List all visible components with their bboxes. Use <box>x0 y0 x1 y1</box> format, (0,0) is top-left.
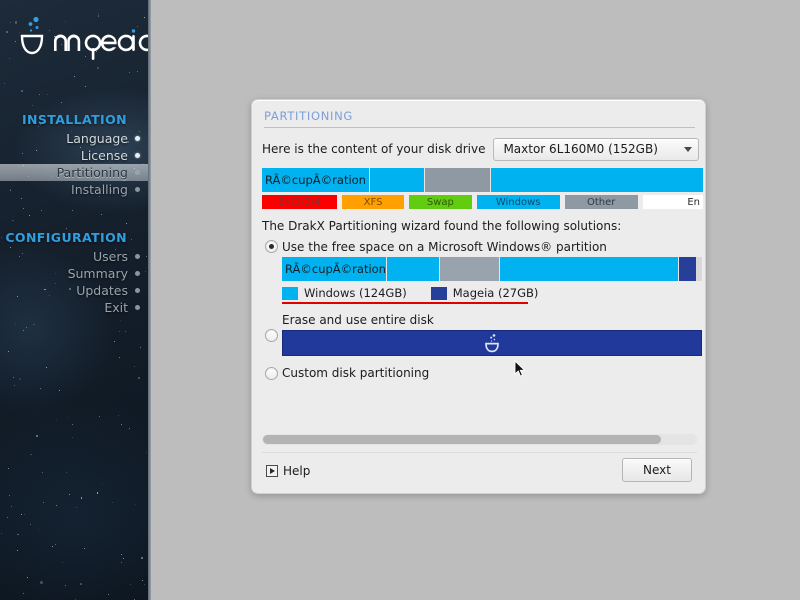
legend-chip-label: Other <box>586 196 616 208</box>
proposal-legend-swatch <box>430 286 447 300</box>
radio-use-free-space[interactable] <box>265 240 278 253</box>
option-use-free-space[interactable]: Use the free space on a Microsoft Window… <box>260 240 702 304</box>
legend-chip-label: En <box>687 196 701 208</box>
play-in-box-icon <box>266 465 278 477</box>
proposal-segment[interactable]: RÃ©cupÃ©ration <box>282 257 387 281</box>
legend-chip-other: Other <box>564 195 638 209</box>
proposal-segment[interactable] <box>500 257 679 281</box>
mageia-logo <box>14 14 150 64</box>
disk-segment[interactable] <box>370 168 426 192</box>
sidebar-item-label: License <box>80 148 128 163</box>
legend-chip-label: XFS <box>363 196 383 208</box>
proposal-legend: Windows (124GB) Mageia (27GB) <box>282 285 699 304</box>
sidebar-item-updates[interactable]: Updates <box>0 282 150 299</box>
mageia-logo-icon <box>485 334 499 353</box>
sidebar-item-label: Language <box>66 131 128 146</box>
chevron-down-icon <box>684 146 692 152</box>
step-dot-icon <box>135 305 140 310</box>
help-button[interactable]: Help <box>266 464 310 478</box>
disk-segment-label: RÃ©cupÃ©ration <box>265 173 366 187</box>
legend-chip-swap: Swap <box>409 195 472 209</box>
filesystem-legend: Ext2/3/4 XFS Swap Windows Other En <box>262 195 703 209</box>
sidebar-item-summary[interactable]: Summary <box>0 265 150 282</box>
sidebar-item-label: Summary <box>67 266 128 281</box>
sidebar-item-language[interactable]: Language <box>0 130 150 147</box>
sidebar-heading-installation: INSTALLATION <box>21 112 127 127</box>
installer-screen: INSTALLATION Language License Partitioning I… <box>0 0 800 600</box>
drive-label: Here is the content of your disk drive <box>262 142 486 156</box>
partitioning-dialog: PARTITIONING Here is the content of your… <box>251 99 706 494</box>
mouse-cursor <box>514 360 526 377</box>
proposal-disk-bar[interactable]: RÃ©cupÃ©ration <box>282 257 702 281</box>
step-dot-icon <box>135 170 140 175</box>
step-dot-icon <box>135 187 140 192</box>
step-dot-icon <box>135 288 140 293</box>
option-erase-entire-disk-label: Erase and use entire disk <box>282 313 434 327</box>
disk-overview-bar[interactable]: RÃ©cupÃ©ration <box>262 168 703 192</box>
legend-chip-label: Ext2/3/4 <box>278 196 321 208</box>
disk-segment[interactable] <box>425 168 492 192</box>
proposal-segment-label: RÃ©cupÃ©ration <box>285 262 386 276</box>
proposal-legend-underline <box>282 301 528 304</box>
next-button-label: Next <box>643 463 671 477</box>
sidebar-item-installing[interactable]: Installing <box>0 181 150 198</box>
sidebar-item-label: Installing <box>71 182 128 197</box>
radio-custom-disk-partitioning[interactable] <box>265 367 278 380</box>
drive-select[interactable]: Maxtor 6L160M0 (152GB) <box>493 137 699 161</box>
legend-chip-label: Swap <box>426 196 454 208</box>
page-title: PARTITIONING <box>264 109 354 123</box>
proposal-segment[interactable] <box>387 257 440 281</box>
proposal-segment[interactable] <box>678 257 696 281</box>
drive-select-value: Maxtor 6L160M0 (152GB) <box>503 142 658 156</box>
dialog-title-block: PARTITIONING <box>264 109 695 128</box>
radio-erase-entire-disk[interactable] <box>265 329 278 342</box>
option-erase-entire-disk[interactable]: Erase and use entire disk <box>260 313 702 356</box>
step-dot-icon <box>135 271 140 276</box>
drive-selector-row: Here is the content of your disk drive M… <box>262 136 699 162</box>
title-divider <box>264 127 695 128</box>
help-button-label: Help <box>283 464 311 478</box>
proposal-legend-label: Windows (124GB) <box>304 286 407 300</box>
legend-chip-en: En <box>642 195 703 209</box>
sidebar-edge <box>148 0 151 600</box>
sidebar-item-label: Partitioning <box>56 165 128 180</box>
proposal-legend-label: Mageia (27GB) <box>452 286 539 300</box>
horizontal-scrollbar[interactable] <box>262 434 697 445</box>
legend-chip-ext2-3-4: Ext2/3/4 <box>262 195 337 209</box>
step-dot-icon <box>135 136 140 141</box>
proposal-legend-swatch <box>282 286 298 300</box>
legend-chip-label: Windows <box>495 196 541 208</box>
legend-chip-windows: Windows <box>476 195 560 209</box>
step-dot-icon <box>135 153 140 158</box>
step-dot-icon <box>135 254 140 259</box>
disk-segment[interactable] <box>491 168 703 192</box>
sidebar-item-exit[interactable]: Exit <box>0 299 150 316</box>
erase-disk-bar[interactable] <box>282 330 702 356</box>
sidebar-item-license[interactable]: License <box>0 147 150 164</box>
wizard-description: The DrakX Partitioning wizard found the … <box>262 219 622 233</box>
scrollbar-thumb[interactable] <box>263 435 661 444</box>
sidebar-item-partitioning[interactable]: Partitioning <box>0 164 150 181</box>
sidebar-item-users[interactable]: Users <box>0 248 150 265</box>
mageia-logo-icon <box>20 16 150 60</box>
sidebar-item-label: Updates <box>76 283 128 298</box>
next-button[interactable]: Next <box>622 458 692 482</box>
footer-divider <box>262 452 697 453</box>
disk-segment[interactable]: RÃ©cupÃ©ration <box>262 168 371 192</box>
legend-chip-xfs: XFS <box>341 195 405 209</box>
sidebar: INSTALLATION Language License Partitioning I… <box>0 0 150 600</box>
option-custom-disk-partitioning-label: Custom disk partitioning <box>282 366 430 380</box>
option-use-free-space-label: Use the free space on a Microsoft Window… <box>282 240 607 254</box>
proposal-segment[interactable] <box>439 257 501 281</box>
sidebar-heading-configuration: CONFIGURATION <box>5 230 127 245</box>
option-custom-disk-partitioning[interactable]: Custom disk partitioning <box>260 366 699 380</box>
